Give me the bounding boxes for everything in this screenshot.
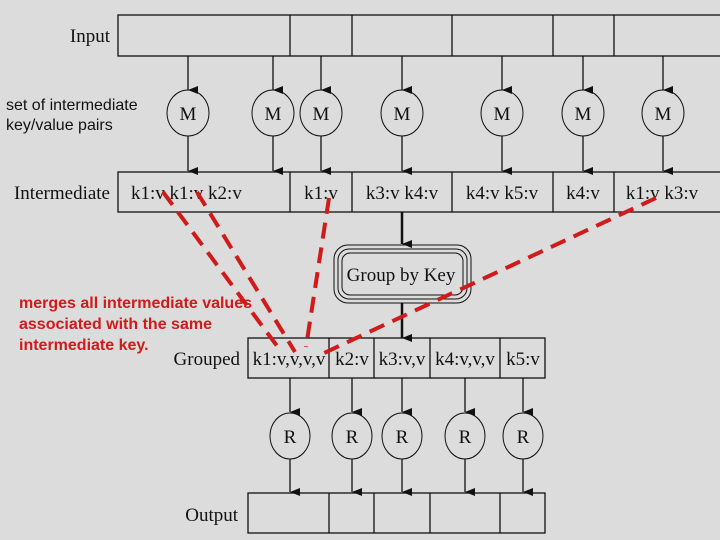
reducer-group: RRRRR bbox=[269, 378, 544, 496]
intermediate-cell: k4:v k5:v bbox=[466, 183, 539, 204]
intermediate-array: k1:v k1:v k2:v k1:v k3:v k4:v k4:v k5:v … bbox=[117, 171, 720, 213]
merge-note: merges all intermediate values associate… bbox=[19, 293, 252, 356]
intermediate-cell: k1:v k3:v bbox=[626, 183, 699, 204]
mapper-label: M bbox=[494, 104, 511, 125]
reducer-label: R bbox=[284, 427, 297, 448]
grouped-cell: k5:v bbox=[506, 349, 540, 370]
grouped-cell: k3:v,v bbox=[379, 349, 426, 370]
merge-note-line: intermediate key. bbox=[19, 337, 149, 354]
merge-note-line: associated with the same bbox=[19, 316, 212, 333]
intermediate-cell: k4:v bbox=[566, 183, 600, 204]
intermediate-cell: k1:v bbox=[304, 183, 338, 204]
mapreduce-diagram: Input M M M M M M M Intermediate k1:v k1:v k2:… bbox=[14, 14, 720, 534]
intermediate-cell: k3:v k4:v bbox=[366, 183, 439, 204]
reducer-label: R bbox=[346, 427, 359, 448]
grouped-array: k1:v,v,v,v k2:v k3:v,v k4:v,v,v k5:v bbox=[247, 337, 546, 379]
mapper-label: M bbox=[313, 104, 330, 125]
grouped-cell: k1:v,v,v,v bbox=[253, 349, 326, 370]
merge-line bbox=[304, 197, 331, 348]
group-by-key-label: Group by Key bbox=[347, 265, 456, 286]
input-array bbox=[117, 14, 720, 57]
mapper-label: M bbox=[575, 104, 592, 125]
intermediate-note: set of intermediate key/value pairs bbox=[6, 96, 138, 136]
reducer-label: R bbox=[517, 427, 530, 448]
mapper-label: M bbox=[655, 104, 672, 125]
input-row-label: Input bbox=[70, 26, 111, 47]
reducer-label: R bbox=[396, 427, 409, 448]
grouped-cell: k4:v,v,v bbox=[435, 349, 495, 370]
intermediate-cell: k1:v k1:v k2:v bbox=[131, 183, 242, 204]
intermediate-note-line: key/value pairs bbox=[6, 117, 113, 134]
mapper-label: M bbox=[180, 104, 197, 125]
grouped-cell: k2:v bbox=[335, 349, 369, 370]
mapper-label: M bbox=[265, 104, 282, 125]
intermediate-note-line: set of intermediate bbox=[6, 97, 138, 114]
mapper-group: MMMMMMM bbox=[166, 56, 685, 175]
mapper-label: M bbox=[394, 104, 411, 125]
output-array bbox=[247, 492, 546, 534]
intermediate-row-label: Intermediate bbox=[14, 183, 110, 204]
output-row-label: Output bbox=[185, 505, 239, 526]
merge-note-line: merges all intermediate values bbox=[19, 295, 252, 312]
reducer-label: R bbox=[459, 427, 472, 448]
